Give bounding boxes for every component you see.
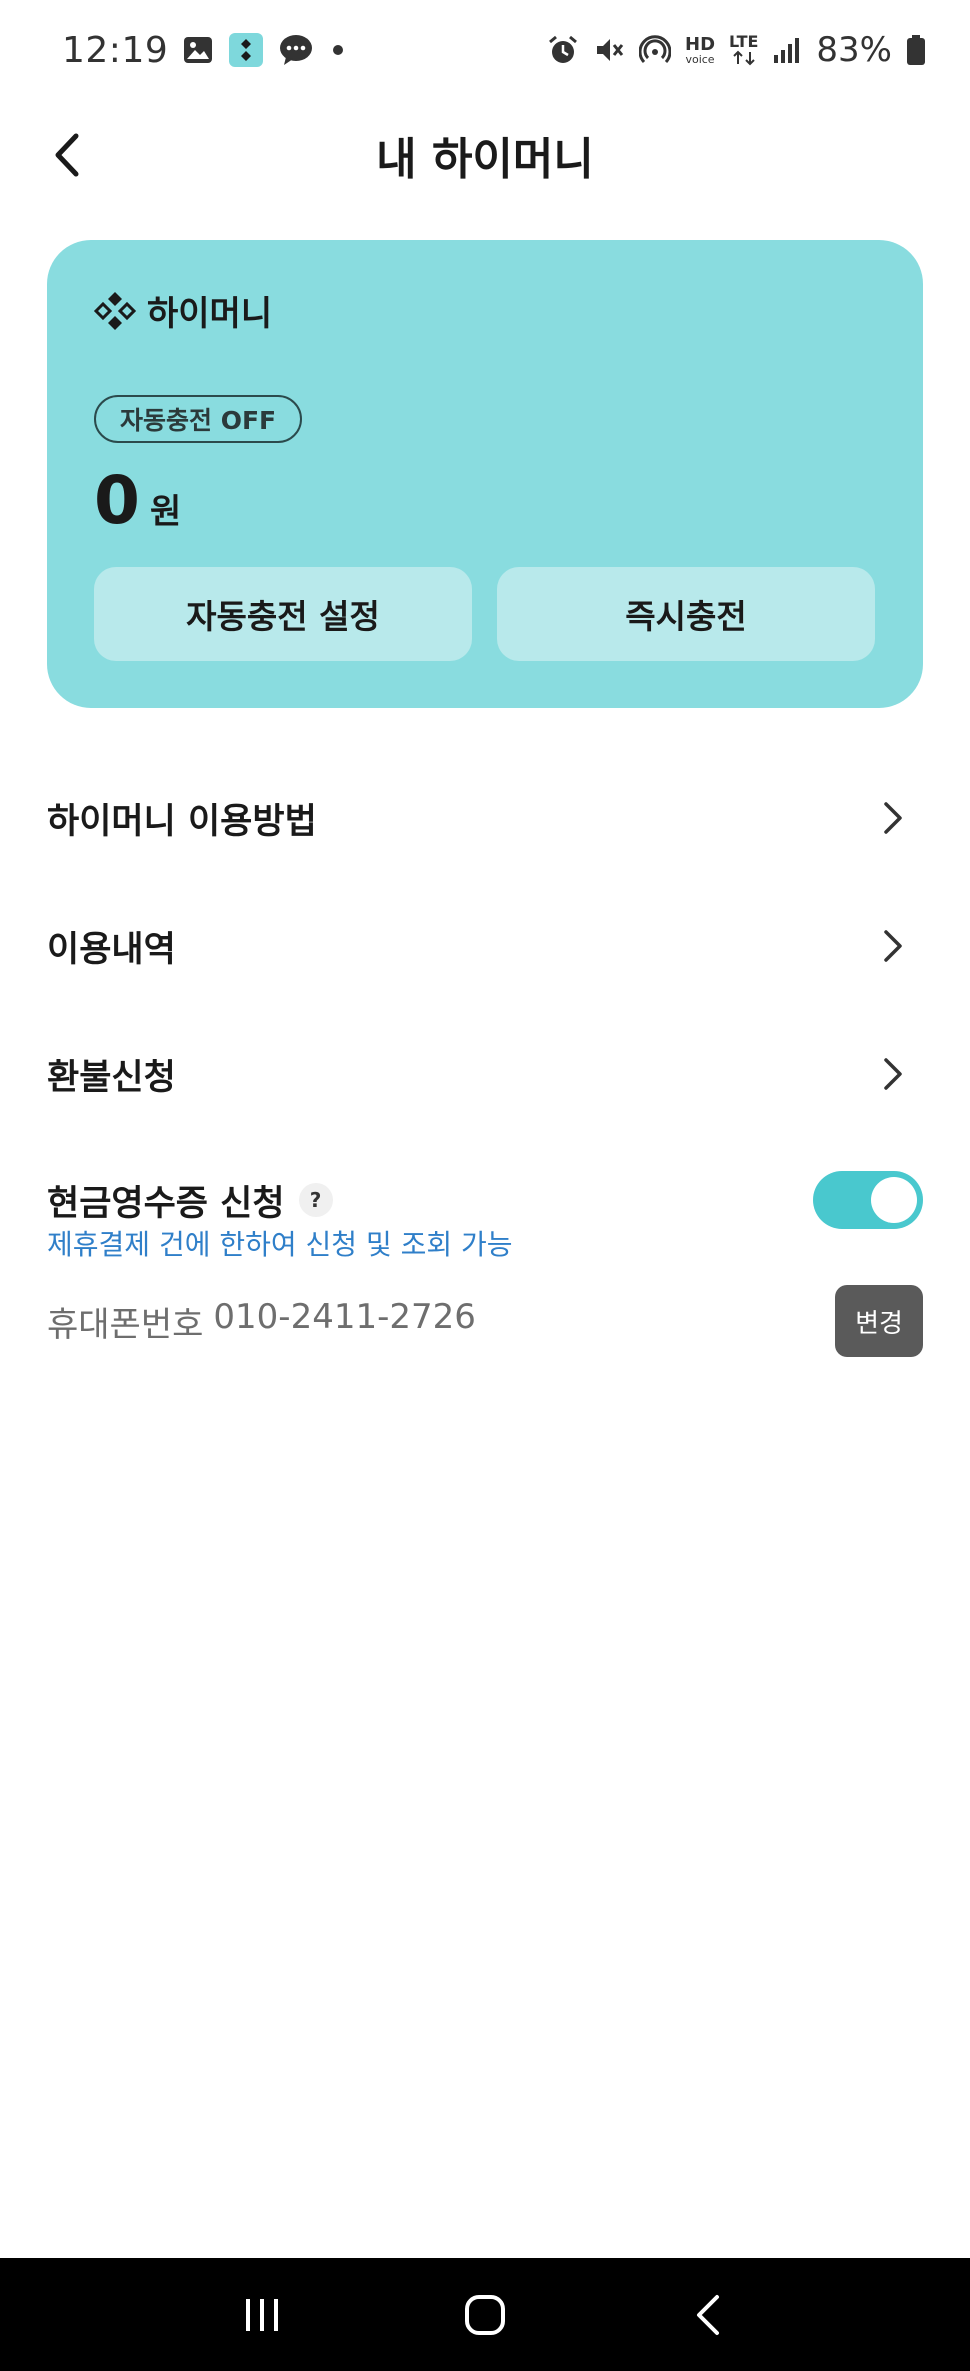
signal-icon	[772, 35, 802, 65]
lte-icon: LTE	[729, 34, 758, 66]
home-button[interactable]	[445, 2275, 525, 2355]
app-notification-icon	[228, 32, 264, 68]
voice-label: voice	[685, 52, 715, 66]
back-button[interactable]	[40, 128, 94, 182]
menu-item-label: 이용내역	[47, 929, 176, 970]
instant-charge-button[interactable]: 즉시충전	[497, 567, 875, 661]
auto-charge-status-badge: 자동충전 OFF	[94, 395, 303, 443]
menu-item-usage-history[interactable]: 이용내역	[47, 906, 923, 986]
balance: 0 원	[94, 462, 181, 539]
mute-icon	[593, 34, 625, 66]
menu-item-refund-request[interactable]: 환불신청	[47, 1034, 923, 1114]
chevron-right-icon	[873, 926, 913, 966]
brand: 하이머니	[93, 286, 272, 335]
phone-label: 휴대폰번호	[47, 1304, 204, 1345]
page-title: 내 하이머니	[376, 134, 594, 185]
back-icon	[697, 2294, 720, 2335]
battery-icon	[906, 34, 926, 66]
home-icon	[464, 2294, 505, 2335]
chevron-right-icon	[873, 798, 913, 838]
phone-info: 휴대폰번호 010-2411-2726	[47, 1297, 476, 1346]
status-time: 12:19	[62, 29, 169, 71]
chevron-right-icon	[873, 1054, 913, 1094]
phone-row: 휴대폰번호 010-2411-2726 변경	[47, 1285, 923, 1357]
cash-receipt-title: 현금영수증 신청	[47, 1183, 285, 1224]
chat-icon	[278, 33, 314, 67]
page: 12:19 HD voice LTE 83% 내 하이머니 하이머니 자동충전 …	[0, 0, 970, 2371]
status-right: HD voice LTE 83%	[547, 30, 926, 70]
header: 내 하이머니	[0, 110, 970, 200]
gallery-icon	[182, 34, 214, 66]
menu-item-label: 환불신청	[47, 1057, 176, 1098]
himoney-logo-icon	[93, 291, 137, 330]
battery-percent: 83%	[816, 30, 892, 70]
recent-apps-button[interactable]	[222, 2275, 302, 2355]
recent-apps-icon	[245, 2298, 278, 2331]
phone-number: 010-2411-2726	[213, 1296, 476, 1337]
hd-voice-icon: HD voice	[685, 33, 716, 66]
brand-name: 하이머니	[147, 294, 273, 334]
toggle-knob	[871, 1177, 917, 1223]
nav-back-button[interactable]	[668, 2275, 748, 2355]
dot-icon	[328, 40, 348, 60]
alarm-icon	[547, 34, 579, 66]
balance-amount: 0	[94, 462, 140, 539]
help-icon[interactable]: ?	[298, 1183, 333, 1217]
cash-receipt-toggle[interactable]	[813, 1171, 923, 1229]
money-card: 하이머니 자동충전 OFF 0 원 자동충전 설정 즉시충전	[47, 240, 923, 708]
menu-item-how-to-use[interactable]: 하이머니 이용방법	[47, 778, 923, 858]
change-phone-button[interactable]: 변경	[835, 1285, 923, 1357]
status-bar: 12:19 HD voice LTE 83%	[0, 0, 970, 100]
lte-label: LTE	[729, 32, 759, 51]
chevron-left-icon	[55, 133, 79, 177]
hotspot-icon	[639, 34, 672, 66]
menu-item-label: 하이머니 이용방법	[47, 801, 317, 842]
balance-unit: 원	[149, 492, 182, 532]
auto-charge-settings-button[interactable]: 자동충전 설정	[94, 567, 472, 661]
cash-receipt-description: 제휴결제 건에 한하여 신청 및 조회 가능	[47, 1228, 513, 1261]
hd-label: HD	[685, 33, 716, 55]
status-left: 12:19	[62, 30, 348, 71]
system-nav-bar	[0, 2258, 970, 2371]
cash-receipt-title-group: 현금영수증 신청 ?	[47, 1175, 333, 1226]
